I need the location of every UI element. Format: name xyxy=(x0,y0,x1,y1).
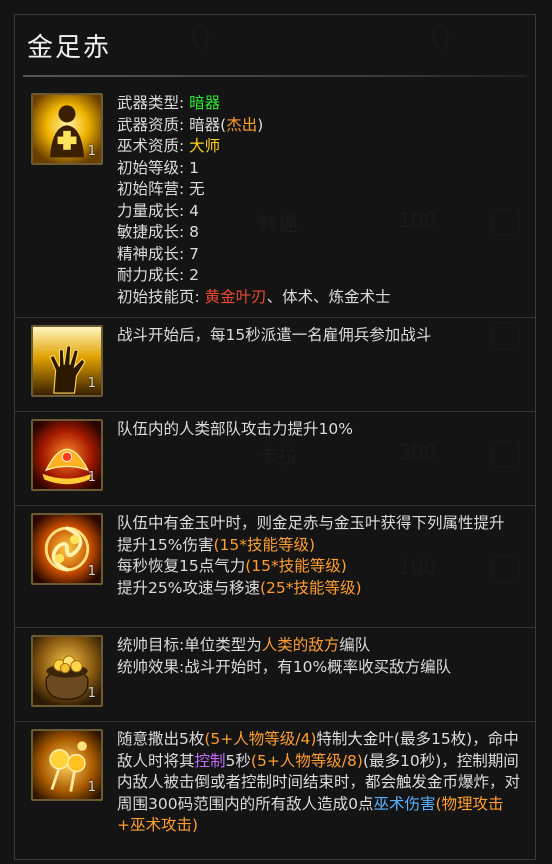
skill-page-line: 初始技能页: 黄金叶刃、体术、炼金术士 xyxy=(117,287,391,306)
golden-swirl-icon[interactable]: 1 xyxy=(31,513,103,585)
skill-row-summon: 1 战斗开始后，每15秒派遣一名雇佣兵参加战斗 xyxy=(15,317,535,412)
initial-camp-line: 初始阵营: 无 xyxy=(117,180,205,198)
stamina-growth-line: 耐力成长: 2 xyxy=(117,266,200,284)
skill-count: 1 xyxy=(87,144,96,159)
skill-desc-line: 队伍中有金玉叶时，则金足赤与金玉叶获得下列属性提升 xyxy=(117,514,505,532)
hero-stats-row: 1 武器类型: 暗器 武器资质: 暗器(杰出) 巫术资质: 大师 初始等级: 1… xyxy=(15,85,535,318)
gold-sack-icon[interactable]: 1 xyxy=(31,635,103,707)
skill-description: 随意撒出5枚(5+人物等级/4)特制大金叶(最多15枚)，命中敌人时将其控制5秒… xyxy=(117,730,521,834)
skill-row-swirl: 1 队伍中有金玉叶时，则金足赤与金玉叶获得下列属性提升 提升15%伤害(15*技… xyxy=(15,505,535,628)
skill-desc-line: 统帅目标:单位类型为人类的敌方编队 xyxy=(117,636,371,654)
skill-count: 1 xyxy=(87,780,96,795)
weapon-type-line: 武器类型: 暗器 xyxy=(117,94,221,112)
skill-page-highlight: 黄金叶刃 xyxy=(204,287,267,306)
skill-desc-line: 提升15%伤害(15*技能等级) xyxy=(117,535,316,554)
skill-description: 统帅目标:单位类型为人类的敌方编队 统帅效果:战斗开始时，有10%概率收买敌方编… xyxy=(117,635,525,678)
skill-description: 战斗开始后，每15秒派遣一名雇佣兵参加战斗 xyxy=(117,326,432,344)
hero-stats-text: 武器类型: 暗器 武器资质: 暗器(杰出) 巫术资质: 大师 初始等级: 1 初… xyxy=(117,93,525,308)
hero-portrait-icon[interactable]: 1 xyxy=(31,93,103,165)
magic-damage-keyword: 巫术伤害 xyxy=(373,794,436,813)
strength-growth-line: 力量成长: 4 xyxy=(117,201,200,220)
initial-level-line: 初始等级: 1 xyxy=(117,158,200,177)
hero-name: 金足赤 xyxy=(27,33,112,63)
skill-desc-line: 统帅效果:战斗开始时，有10%概率收买敌方编队 xyxy=(117,657,452,676)
magic-quality-line: 巫术资质: 大师 xyxy=(117,137,221,155)
skill-count: 1 xyxy=(87,686,96,701)
title-divider xyxy=(23,75,527,77)
weapon-quality-line: 武器资质: 暗器(杰出) xyxy=(117,115,264,134)
flaming-crown-icon[interactable]: 1 xyxy=(31,419,103,491)
magic-quality-value: 大师 xyxy=(189,137,221,155)
skill-desc-line: 每秒恢复15点气力(15*技能等级) xyxy=(117,557,347,575)
skill-desc-line: 提升25%攻速与移速(25*技能等级) xyxy=(117,578,362,597)
summon-hand-icon[interactable]: 1 xyxy=(31,325,103,397)
skill-description: 队伍内的人类部队攻击力提升10% xyxy=(117,420,353,438)
agility-growth-line: 敏捷成长: 8 xyxy=(117,223,200,241)
skill-row-gold-leaves: 1 随意撒出5枚(5+人物等级/4)特制大金叶(最多15枚)，命中敌人时将其控制… xyxy=(15,721,535,860)
skill-description: 队伍中有金玉叶时，则金足赤与金玉叶获得下列属性提升 提升15%伤害(15*技能等… xyxy=(117,513,525,599)
skill-row-crown: 1 队伍内的人类部队攻击力提升10% xyxy=(15,411,535,506)
weapon-type-value: 暗器 xyxy=(189,94,221,112)
skill-row-command: 1 统帅目标:单位类型为人类的敌方编队 统帅效果:战斗开始时，有10%概率收买敌… xyxy=(15,627,535,722)
gold-leaves-icon[interactable]: 1 xyxy=(31,729,103,801)
skill-count: 1 xyxy=(87,470,96,485)
skill-count: 1 xyxy=(87,564,96,579)
skill-count: 1 xyxy=(87,376,96,391)
hero-tooltip: 金足赤 1 武器类型: 暗器 武器资质: 暗器(杰出) 巫术资质: 大师 初始等… xyxy=(14,14,536,860)
spirit-growth-line: 精神成长: 7 xyxy=(117,244,200,263)
weapon-quality-grade: 杰出 xyxy=(226,115,258,134)
control-keyword: 控制 xyxy=(194,751,226,770)
